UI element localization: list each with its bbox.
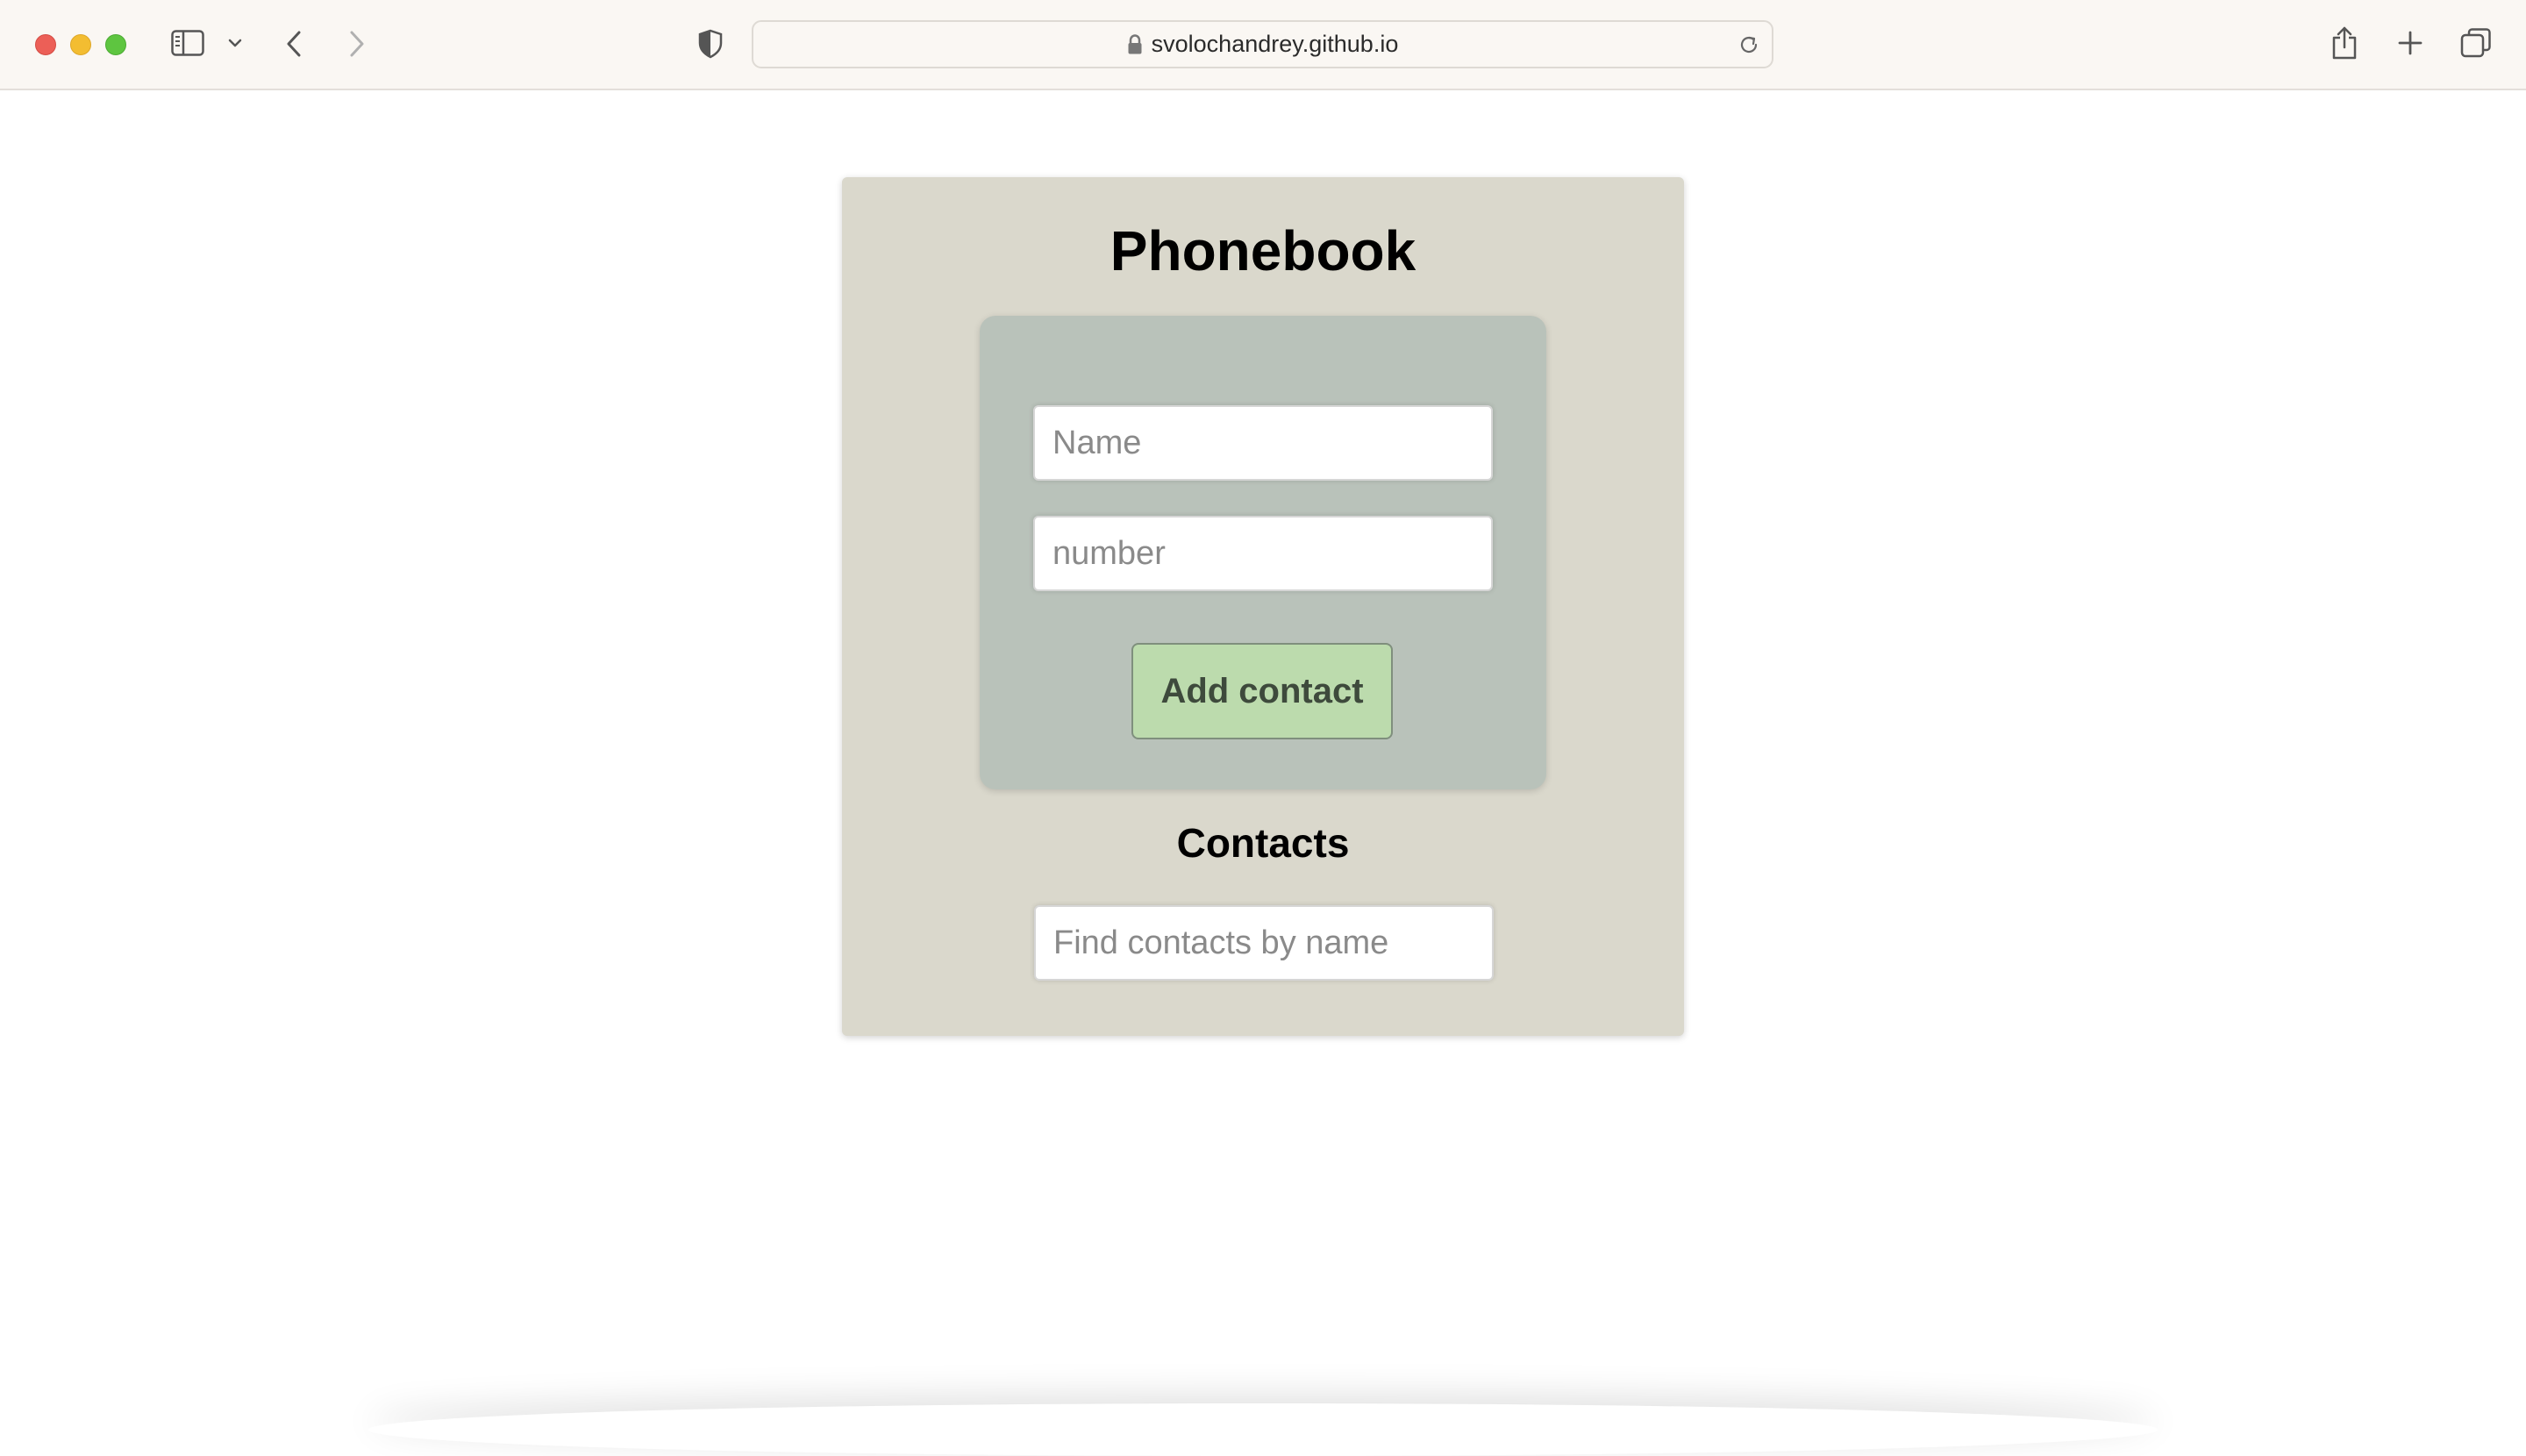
contacts-filter-input[interactable] bbox=[1034, 905, 1494, 981]
number-input[interactable] bbox=[1033, 516, 1493, 591]
add-contact-form: Add contact bbox=[980, 316, 1546, 789]
add-contact-button[interactable]: Add contact bbox=[1131, 643, 1393, 739]
chevron-left-icon[interactable] bbox=[281, 28, 307, 60]
lock-icon bbox=[1127, 33, 1143, 55]
sidebar-icon[interactable] bbox=[170, 28, 205, 58]
minimize-window-button[interactable] bbox=[70, 34, 91, 55]
window-bottom-shadow bbox=[368, 1403, 2158, 1456]
phonebook-card: Phonebook Add contact Contacts bbox=[842, 177, 1684, 1036]
chevron-right-icon[interactable] bbox=[344, 28, 370, 60]
zoom-window-button[interactable] bbox=[105, 34, 126, 55]
plus-icon[interactable] bbox=[2396, 28, 2424, 58]
page-title: Phonebook bbox=[1110, 219, 1416, 282]
contacts-heading: Contacts bbox=[1176, 820, 1350, 866]
browser-toolbar: svolochandrey.github.io bbox=[0, 0, 2526, 90]
shield-icon[interactable] bbox=[695, 28, 726, 60]
reload-icon[interactable] bbox=[1737, 32, 1761, 57]
name-input[interactable] bbox=[1033, 405, 1493, 481]
address-bar[interactable]: svolochandrey.github.io bbox=[752, 20, 1773, 68]
tabs-icon[interactable] bbox=[2459, 26, 2493, 60]
chevron-down-icon[interactable] bbox=[226, 33, 244, 53]
close-window-button[interactable] bbox=[35, 34, 56, 55]
share-icon[interactable] bbox=[2330, 25, 2359, 61]
url-text: svolochandrey.github.io bbox=[1151, 31, 1399, 57]
